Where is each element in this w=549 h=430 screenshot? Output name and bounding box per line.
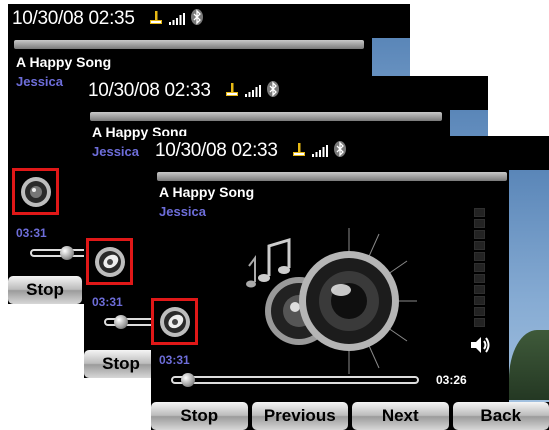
stop-button[interactable]: Stop xyxy=(8,276,82,304)
status-datetime: 10/30/08 02:35 xyxy=(12,8,135,29)
volume-icon[interactable] xyxy=(469,336,491,359)
softkey-bar: Stop Previous Next Back xyxy=(151,402,549,430)
time-elapsed: 03:31 xyxy=(16,226,47,240)
bluetooth-icon xyxy=(266,80,279,102)
progress-track[interactable] xyxy=(171,376,419,384)
volume-segment xyxy=(474,285,485,294)
previous-button[interactable]: Previous xyxy=(251,402,348,430)
volume-segment xyxy=(474,274,485,283)
status-bar: 10/30/08 02:35 xyxy=(8,4,410,34)
now-playing-artwork xyxy=(239,226,419,381)
song-artist: Jessica xyxy=(16,74,63,89)
music-note-icon xyxy=(246,237,291,288)
speaker-large-graphic xyxy=(299,251,399,351)
status-datetime: 10/30/08 02:33 xyxy=(155,140,278,161)
next-button[interactable]: Next xyxy=(352,402,449,430)
stacked-player-screens: 10/30/08 02:35 A Happy Song Jessica 03:3… xyxy=(0,0,549,430)
signal-bars-icon xyxy=(168,12,185,30)
progress-knob[interactable] xyxy=(60,246,74,260)
speaker-button[interactable] xyxy=(151,298,198,345)
volume-meter[interactable] xyxy=(474,208,485,329)
wallpaper-hill xyxy=(509,330,549,400)
volume-segment xyxy=(474,252,485,261)
status-datetime: 10/30/08 02:33 xyxy=(88,80,211,101)
time-elapsed: 03:31 xyxy=(159,353,190,367)
bluetooth-icon xyxy=(333,140,346,162)
volume-segment xyxy=(474,296,485,305)
title-divider-bar xyxy=(90,112,442,121)
song-artist: Jessica xyxy=(159,204,206,219)
volume-segment xyxy=(474,263,485,272)
charging-icon xyxy=(149,10,163,30)
title-divider-bar xyxy=(157,172,507,181)
volume-segment xyxy=(474,318,485,327)
volume-segment xyxy=(474,219,485,228)
volume-segment xyxy=(474,230,485,239)
charging-icon xyxy=(225,82,239,102)
player-screen-3: 10/30/08 02:33 A Happy Song Jessica 03:3… xyxy=(151,136,549,430)
status-bar: 10/30/08 02:33 xyxy=(84,76,488,106)
volume-segment xyxy=(474,307,485,316)
volume-segment xyxy=(474,208,485,217)
progress-knob[interactable] xyxy=(181,373,195,387)
volume-segment xyxy=(474,241,485,250)
song-title: A Happy Song xyxy=(159,184,255,200)
speaker-icon xyxy=(94,246,125,277)
bluetooth-icon xyxy=(190,8,203,30)
signal-bars-icon xyxy=(311,144,328,162)
progress-knob[interactable] xyxy=(114,315,128,329)
speaker-icon xyxy=(20,176,51,207)
stop-button[interactable]: Stop xyxy=(151,402,248,430)
back-button[interactable]: Back xyxy=(452,402,549,430)
song-title: A Happy Song xyxy=(16,54,112,70)
wallpaper-sky xyxy=(509,170,549,430)
signal-bars-icon xyxy=(244,84,261,102)
charging-icon xyxy=(292,142,306,162)
speaker-button[interactable] xyxy=(12,168,59,215)
time-total: 03:26 xyxy=(436,373,467,387)
title-divider-bar xyxy=(14,40,364,49)
song-artist: Jessica xyxy=(92,144,139,159)
status-bar: 10/30/08 02:33 xyxy=(151,136,549,166)
speaker-icon xyxy=(159,306,190,337)
speaker-button[interactable] xyxy=(86,238,133,285)
time-elapsed: 03:31 xyxy=(92,295,123,309)
stop-button[interactable]: Stop xyxy=(84,350,158,378)
